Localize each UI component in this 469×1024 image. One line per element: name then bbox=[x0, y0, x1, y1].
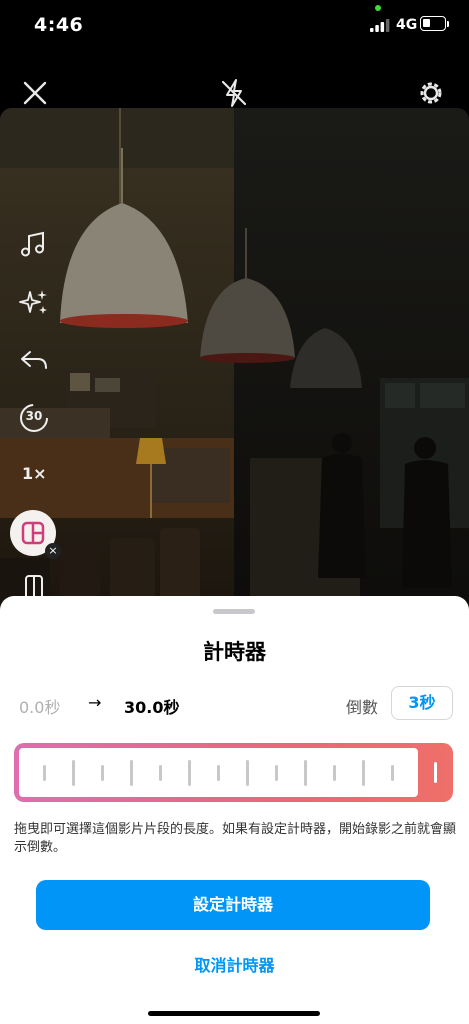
slider-tick bbox=[159, 764, 162, 781]
settings-icon[interactable] bbox=[414, 76, 448, 110]
cancel-timer-button[interactable]: 取消計時器 bbox=[0, 952, 469, 976]
timer-description: 拖曳即可選擇這個影片片段的長度。如果有設定計時器，開始錄影之前就會顯示倒數。 bbox=[14, 822, 457, 855]
battery-icon bbox=[420, 16, 446, 31]
slider-tick bbox=[391, 764, 394, 781]
start-time: 0.0秒 bbox=[19, 698, 61, 717]
slider-tick bbox=[217, 764, 220, 781]
undo-icon[interactable] bbox=[16, 342, 52, 378]
effects-sparkle-icon[interactable] bbox=[16, 284, 52, 320]
handle-grip bbox=[434, 762, 437, 783]
timer-badge-value: 30 bbox=[25, 409, 43, 423]
countdown-label: 倒數 bbox=[346, 698, 379, 717]
network-type: 4G bbox=[396, 17, 418, 33]
slider-tick bbox=[43, 764, 46, 781]
status-bar: 4:46 4G bbox=[0, 0, 469, 50]
arrow-icon: → bbox=[88, 693, 102, 712]
camera-in-use-indicator bbox=[375, 5, 381, 11]
slider-tick bbox=[130, 759, 133, 786]
slider-tick bbox=[304, 759, 307, 786]
home-indicator bbox=[148, 1011, 320, 1016]
status-time: 4:46 bbox=[34, 14, 84, 36]
speed-button[interactable]: 1× bbox=[22, 464, 47, 483]
timer-bottom-sheet: 計時器 0.0秒 → 30.0秒 倒數 3秒 拖曳即可選擇這個影片片段的長度。如… bbox=[0, 596, 469, 1024]
sheet-title: 計時器 bbox=[203, 640, 266, 664]
slider-tick bbox=[188, 759, 191, 786]
set-timer-button[interactable]: 設定計時器 bbox=[36, 880, 430, 930]
camera-scene bbox=[0, 108, 469, 628]
timer-button[interactable]: 30 bbox=[16, 400, 52, 436]
flash-off-icon[interactable] bbox=[217, 76, 251, 110]
countdown-selector-button[interactable]: 3秒 bbox=[391, 686, 453, 720]
signal-strength-icon bbox=[370, 19, 390, 32]
slider-tick bbox=[362, 759, 365, 786]
slider-tick bbox=[72, 759, 75, 786]
camera-preview: 30 1× × bbox=[0, 108, 469, 628]
slider-tick bbox=[275, 764, 278, 781]
music-icon[interactable] bbox=[16, 226, 52, 262]
sheet-grabber[interactable] bbox=[213, 609, 255, 614]
slider-handle[interactable] bbox=[418, 743, 453, 802]
slider-tick bbox=[246, 759, 249, 786]
duration-slider[interactable] bbox=[14, 743, 453, 802]
close-icon[interactable] bbox=[18, 76, 52, 110]
slider-track bbox=[19, 748, 418, 797]
battery-cap bbox=[447, 21, 449, 27]
end-time: 30.0秒 bbox=[124, 698, 180, 717]
layout-close-icon[interactable]: × bbox=[45, 543, 61, 559]
slider-tick bbox=[333, 764, 336, 781]
slider-tick bbox=[101, 764, 104, 781]
